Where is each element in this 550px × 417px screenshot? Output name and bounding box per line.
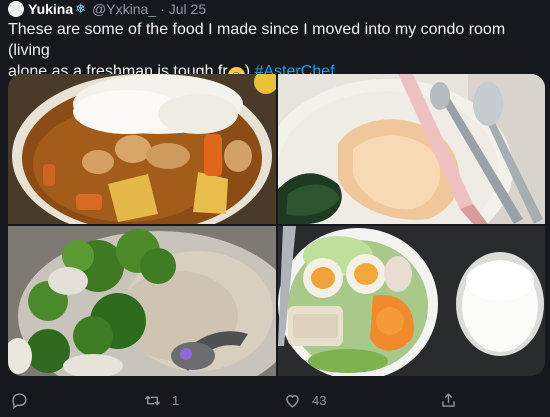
media-grid	[8, 74, 545, 376]
like-count: 43	[312, 392, 327, 408]
reply-button[interactable]	[10, 386, 29, 414]
curry-rice-image	[8, 74, 276, 224]
broccoli-oatmeal-image	[8, 226, 276, 376]
author-handle[interactable]: @Yxkina_	[92, 1, 156, 17]
share-button[interactable]	[439, 386, 458, 414]
food-photo-chicken-spinach[interactable]	[278, 74, 545, 224]
food-photo-broccoli-oatmeal[interactable]	[8, 226, 276, 376]
chicken-spinach-image	[278, 74, 545, 224]
retweet-count: 1	[172, 392, 180, 408]
heart-icon	[286, 394, 299, 408]
reply-icon	[12, 392, 27, 409]
tweet-header: 🐮 Yukina ❄ @Yxkina_ · Jul 25	[8, 0, 206, 18]
tweet-date[interactable]: Jul 25	[169, 1, 206, 17]
food-photo-curry-rice[interactable]	[8, 74, 276, 224]
snowflake-icon: ❄	[75, 1, 87, 16]
retweet-button[interactable]: 1	[143, 386, 179, 414]
retweet-icon	[144, 395, 161, 405]
user-avatar[interactable]: 🐮	[8, 1, 24, 17]
like-button[interactable]: 43	[283, 386, 326, 414]
tweet-actions: 1 43	[0, 386, 550, 414]
egg-salad-milk-image	[278, 226, 545, 376]
author-name[interactable]: Yukina	[28, 1, 73, 17]
tweet-text-line-1: These are some of the food I made since …	[8, 21, 506, 59]
share-icon	[442, 392, 455, 407]
food-photo-egg-salad-milk[interactable]	[278, 226, 545, 376]
separator-dot: ·	[160, 1, 165, 17]
